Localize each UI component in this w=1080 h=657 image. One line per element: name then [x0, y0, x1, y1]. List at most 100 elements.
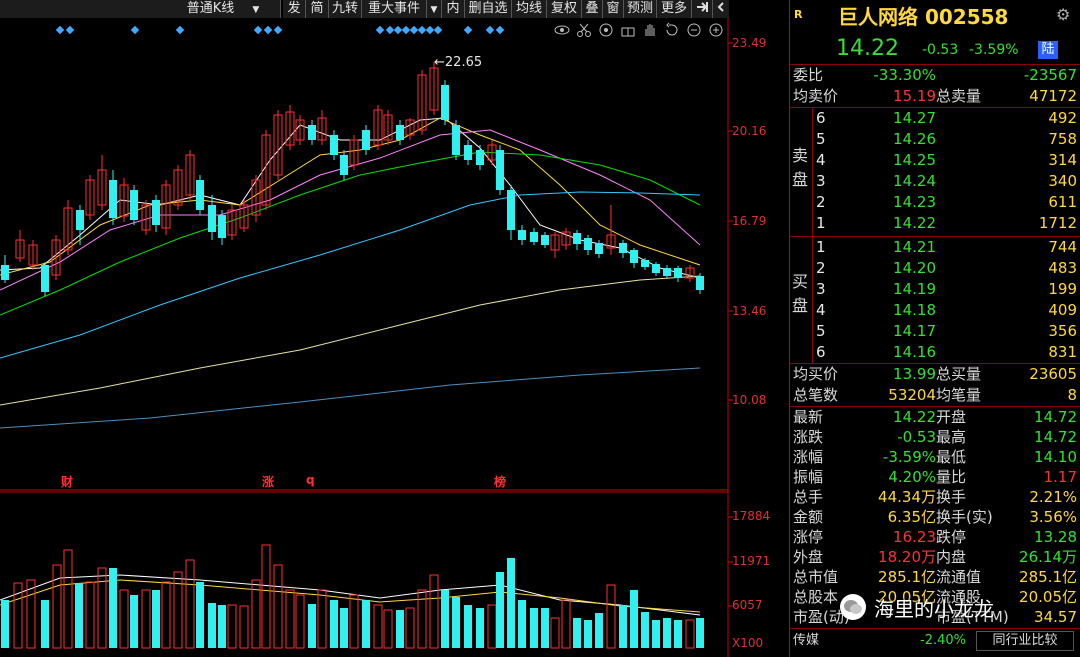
price-axis-label: 13.46 — [732, 304, 767, 318]
chart-toolbar: 普通K线 ▼ 发 简 九转 重大事件 ▼ 内 删自选 均线 复权 叠 窗 预测 … — [0, 0, 788, 18]
level-price[interactable]: 14.16 — [893, 342, 936, 362]
toolbar-events-dropdown[interactable]: ▼ — [427, 0, 442, 18]
stat-label: 量比 — [936, 468, 967, 486]
level-price[interactable]: 14.19 — [893, 279, 936, 299]
level-price[interactable]: 14.22 — [893, 213, 936, 233]
gear-icon[interactable]: ⚙ — [1056, 5, 1070, 24]
volume-bar — [606, 584, 616, 649]
kline-chart[interactable] — [0, 18, 788, 657]
stat-value: 1.17 — [1043, 468, 1077, 486]
candle-body — [130, 190, 138, 220]
stat-label: 涨幅 — [793, 448, 824, 466]
kline-type-select[interactable]: 普通K线 ▼ — [166, 0, 281, 18]
volume-bar — [349, 594, 359, 649]
sector-row: 传媒 -2.40% 同行业比较 — [790, 631, 1080, 651]
stat-value: 14.10 — [1034, 448, 1077, 466]
level-price[interactable]: 14.26 — [893, 129, 936, 149]
volume-bar — [239, 605, 249, 649]
event-mark-ranking[interactable]: 榜 — [494, 473, 506, 490]
volume-bar — [196, 582, 204, 648]
price-axis-label: 23.49 — [732, 36, 767, 50]
candle-body — [595, 243, 603, 254]
stat-value: 3.56% — [1029, 508, 1077, 526]
level-price[interactable]: 14.18 — [893, 300, 936, 320]
toolbar-overlay-button[interactable]: 叠 — [582, 0, 603, 18]
toolbar-forecast-button[interactable]: 预测 — [624, 0, 657, 18]
level-volume: 758 — [1048, 130, 1077, 148]
candle-body — [452, 125, 460, 155]
stat-value: 44.34万 — [878, 488, 936, 506]
avg-sell-label: 均卖价 — [793, 87, 839, 105]
sector-pct: -2.40% — [920, 633, 966, 648]
volume-bar — [141, 589, 151, 649]
toolbar-fa-button[interactable]: 发 — [283, 0, 306, 18]
volume-bar — [550, 617, 560, 649]
pin-icon[interactable] — [692, 0, 713, 18]
stat-label: 最新 — [793, 408, 824, 426]
avg-sell-row: 均卖价 15.19 总卖量 47172 — [790, 86, 1080, 106]
sell-level-row: 5 14.26 758 — [790, 129, 1080, 149]
toolbar-events-button[interactable]: 重大事件 — [362, 0, 427, 18]
volume-bar — [584, 620, 592, 648]
stat-label: 总市值 — [793, 568, 839, 586]
level-price[interactable]: 14.17 — [893, 321, 936, 341]
toolbar-ma-button[interactable]: 均线 — [512, 0, 547, 18]
level-price[interactable]: 14.27 — [893, 108, 936, 128]
level-number: 1 — [816, 238, 826, 256]
volume-axis-label: 17884 — [732, 509, 771, 523]
candle-body — [308, 125, 316, 140]
volume-bar — [218, 605, 226, 648]
toolbar-nei-button[interactable]: 内 — [442, 0, 465, 18]
ma250-line — [0, 367, 701, 429]
toolbar-window-button[interactable]: 窗 — [603, 0, 624, 18]
signal-diamond-marker — [393, 25, 403, 35]
volume-bar — [285, 589, 295, 649]
watermark-text: 海里的小龙龙 — [874, 596, 994, 621]
buy-level-row: 1 14.21 744 — [790, 237, 1080, 257]
stat-value: 4.20% — [888, 468, 936, 486]
volume-bar — [130, 595, 138, 648]
stat-label: 最高 — [936, 428, 967, 446]
level-price[interactable]: 14.21 — [893, 237, 936, 257]
volume-bar — [208, 603, 216, 648]
level-price[interactable]: 14.24 — [893, 171, 936, 191]
candle-body — [663, 268, 671, 276]
volume-bar — [75, 583, 83, 648]
toolbar-jian-button[interactable]: 简 — [306, 0, 329, 18]
event-mark-finance[interactable]: 财 — [61, 473, 73, 490]
event-mark-q[interactable]: q — [306, 473, 315, 487]
wechat-icon — [840, 594, 866, 620]
stat-value: 285.1亿 — [878, 568, 936, 586]
stat-label: 换手(实) — [936, 508, 993, 526]
toolbar-remove-watchlist-button[interactable]: 删自选 — [465, 0, 512, 18]
candle-body — [696, 276, 704, 290]
collapse-icon[interactable] — [713, 0, 729, 18]
toolbar-jiuzhuan-button[interactable]: 九转 — [329, 0, 362, 18]
weibi-row: 委比 -33.30% -23567 — [790, 65, 1080, 85]
level-price[interactable]: 14.23 — [893, 192, 936, 212]
stat-row: 涨跌 -0.53 最高 14.72 — [790, 427, 1080, 447]
level-price[interactable]: 14.20 — [893, 258, 936, 278]
candle-body — [1, 265, 9, 280]
last-price: 14.22 — [836, 36, 899, 61]
toolbar-more-button[interactable]: 更多 — [657, 0, 692, 18]
candle-body — [441, 85, 449, 120]
signal-diamond-marker — [130, 25, 140, 35]
signal-diamond-marker — [495, 25, 505, 35]
candle-body — [530, 232, 538, 242]
volume-bar — [441, 590, 449, 648]
stat-value: 20.05亿 — [1019, 588, 1077, 606]
avg-buy-row: 均买价 13.99 总买量 23605 — [790, 364, 1080, 384]
candle-body — [76, 210, 84, 230]
volume-bar — [405, 607, 415, 649]
volume-bar — [308, 604, 316, 648]
volume-bar — [561, 599, 571, 649]
compare-button[interactable]: 同行业比较 — [976, 631, 1074, 651]
avg-trade-value: 8 — [1067, 386, 1077, 404]
high-price-marker: ←22.65 — [434, 55, 482, 70]
level-price[interactable]: 14.25 — [893, 150, 936, 170]
level-volume: 492 — [1048, 109, 1077, 127]
toolbar-adjust-button[interactable]: 复权 — [547, 0, 582, 18]
event-mark-limit-up[interactable]: 涨 — [262, 473, 274, 490]
sector-name[interactable]: 传媒 — [793, 631, 819, 651]
